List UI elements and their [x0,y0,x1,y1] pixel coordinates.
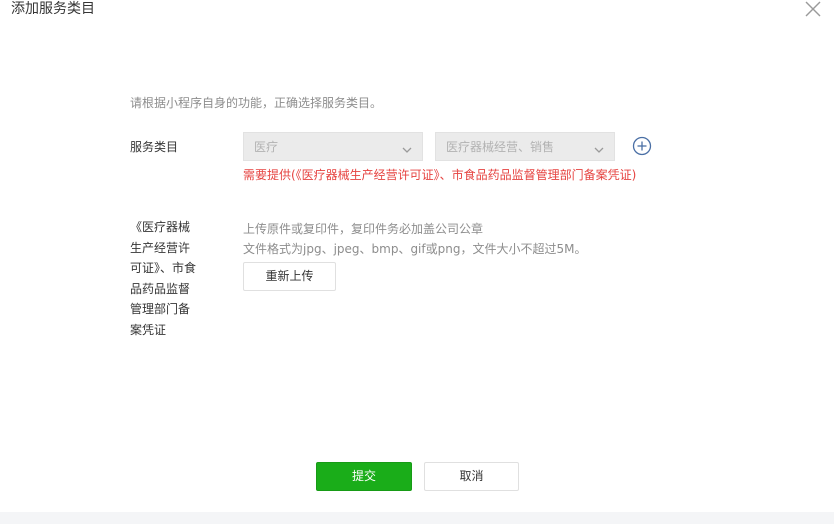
chevron-down-icon [402,143,412,153]
reupload-button[interactable]: 重新上传 [243,262,336,291]
secondary-category-value: 医疗器械经营、销售 [446,140,555,154]
document-label: 《医疗器械生产经营许可证》、市食品药品监督管理部门备案凭证 [130,220,197,337]
page-background-strip [0,512,834,524]
submit-button[interactable]: 提交 [316,462,412,491]
primary-category-select[interactable]: 医疗 [243,132,423,161]
secondary-category-select[interactable]: 医疗器械经营、销售 [435,132,615,161]
requirement-note: 需要提供(《医疗器械生产经营许可证》、市食品药品监督管理部门备案凭证) [243,168,637,182]
instruction-text: 请根据小程序自身的功能，正确选择服务类目。 [130,96,383,110]
dialog-title: 添加服务类目 [11,1,95,17]
close-icon[interactable] [804,0,822,18]
add-category-dialog: 添加服务类目 请根据小程序自身的功能，正确选择服务类目。 服务类目 医疗 医疗器… [0,0,834,512]
cancel-button[interactable]: 取消 [424,462,519,491]
upload-note-line: 文件格式为jpg、jpeg、bmp、gif或png，文件大小不超过5M。 [243,242,587,256]
upload-note-line: 上传原件或复印件，复印件务必加盖公司公章 [243,222,484,236]
category-label: 服务类目 [130,140,179,154]
plus-circle-icon[interactable] [632,136,652,156]
upload-instructions: 上传原件或复印件，复印件务必加盖公司公章 文件格式为jpg、jpeg、bmp、g… [243,219,586,259]
chevron-down-icon [594,143,604,153]
primary-category-value: 医疗 [254,140,279,154]
